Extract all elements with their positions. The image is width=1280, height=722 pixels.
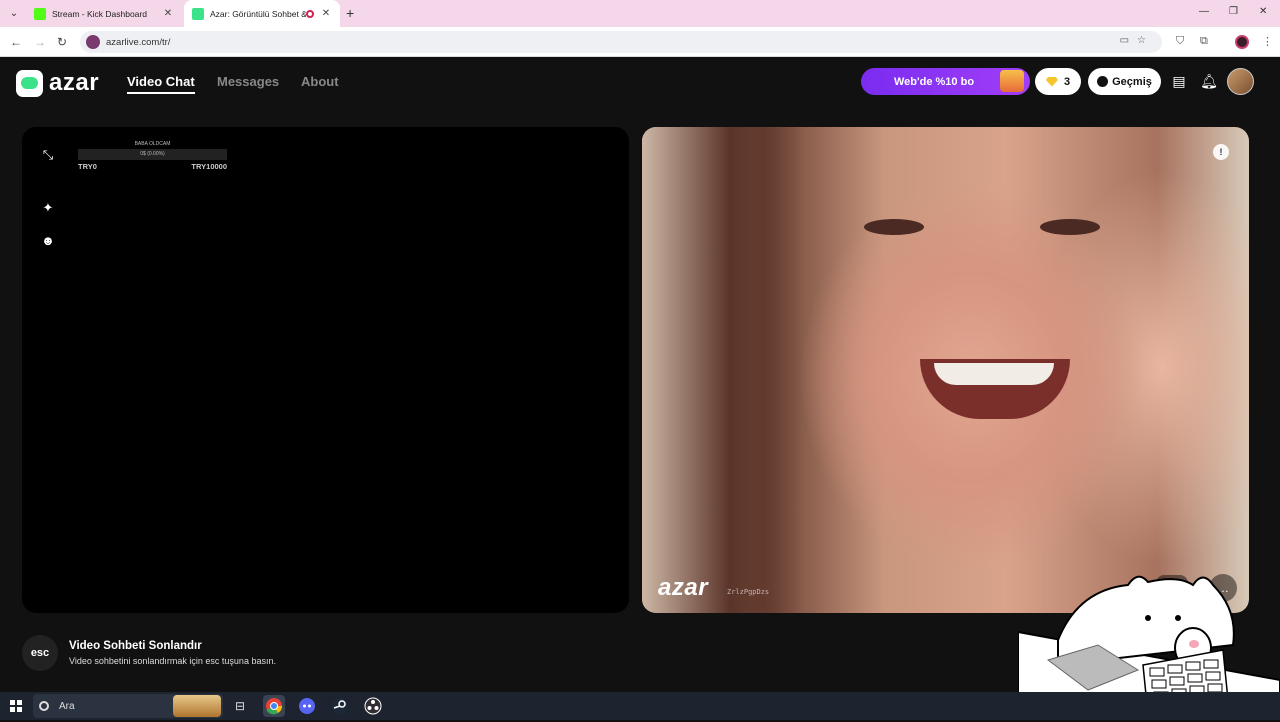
extension-shield-icon[interactable]: ⛉ xyxy=(1176,35,1184,48)
report-icon[interactable]: ! xyxy=(1213,144,1229,160)
kick-favicon-icon xyxy=(34,7,46,20)
user-avatar[interactable] xyxy=(1227,68,1254,95)
recording-icon xyxy=(306,9,314,18)
close-window-button[interactable]: ✕ xyxy=(1259,6,1267,17)
search-placeholder: Ara xyxy=(59,700,75,712)
tab-azar[interactable]: Azar: Görüntülü Sohbet & V ✕ xyxy=(184,0,340,27)
azar-watermark: azar xyxy=(658,574,709,601)
face-filter-icon[interactable]: ☻ xyxy=(39,232,57,250)
address-bar[interactable]: azarlive.com/tr/ ▭☆ xyxy=(80,31,1162,53)
logo-text: azar xyxy=(49,69,100,96)
magic-wand-effects-icon[interactable]: ✦ xyxy=(39,199,57,217)
windows-taskbar: Ara ⊟ xyxy=(0,692,1280,720)
nav-about[interactable]: About xyxy=(301,74,339,89)
video-frame xyxy=(864,219,924,235)
azar-favicon-icon xyxy=(192,7,204,20)
task-view-icon[interactable]: ⊟ xyxy=(229,695,251,717)
promo-text: Web'de %10 bo xyxy=(894,75,975,88)
search-icon xyxy=(39,701,49,711)
new-tab-button[interactable]: + xyxy=(346,5,354,21)
nav-video-chat[interactable]: Video Chat xyxy=(127,74,195,94)
tab-close-icon[interactable]: ✕ xyxy=(320,8,332,19)
goal-title: BABA OLDCAM xyxy=(134,141,171,147)
azar-logo[interactable]: azar xyxy=(16,69,99,97)
steam-taskbar-icon[interactable] xyxy=(329,695,351,717)
azar-logo-icon xyxy=(16,69,43,97)
tab-search-icon[interactable]: ⌄ xyxy=(6,6,22,22)
history-button[interactable]: Geçmiş xyxy=(1088,68,1161,95)
inbox-icon[interactable]: ▤ xyxy=(1169,71,1189,91)
goal-progress-bar: 0$ (0.00%) xyxy=(78,149,227,160)
goal-max: TRY10000 xyxy=(191,162,227,171)
minimize-button[interactable]: — xyxy=(1199,6,1209,17)
url-text: azarlive.com/tr/ xyxy=(106,36,171,48)
video-frame xyxy=(934,363,1054,385)
tab-close-icon[interactable]: ✕ xyxy=(162,8,174,19)
partner-id: ZrlzPgpDzs xyxy=(727,588,770,596)
gem-count: 3 xyxy=(1063,75,1071,88)
notification-bell-icon[interactable]: 🔔︎ xyxy=(1199,71,1219,91)
tab-title: Azar: Görüntülü Sohbet & V xyxy=(210,8,306,19)
extensions-icon[interactable]: ⧉ xyxy=(1200,35,1208,48)
clock-icon xyxy=(1097,76,1109,87)
forward-icon[interactable]: → xyxy=(34,35,46,49)
history-label: Geçmiş xyxy=(1112,75,1152,88)
chrome-taskbar-icon[interactable] xyxy=(263,695,285,717)
reload-icon[interactable]: ↻ xyxy=(57,35,67,49)
tab-title: Stream - Kick Dashboard xyxy=(52,8,147,19)
local-video-panel: ⤡ ✦ ☻ BABA OLDCAM 0$ (0.00%) TRY0 TRY100… xyxy=(22,127,629,613)
esc-key-badge[interactable]: esc xyxy=(22,635,58,671)
treasure-chest-icon xyxy=(1000,70,1024,92)
search-highlight-image xyxy=(173,695,221,717)
site-info-icon[interactable] xyxy=(86,35,100,49)
obs-taskbar-icon[interactable] xyxy=(362,695,384,717)
browser-tab-bar: ⌄ Stream - Kick Dashboard ✕ Azar: Görünt… xyxy=(0,0,1280,27)
browser-profile-avatar[interactable] xyxy=(1235,35,1249,49)
goal-min: TRY0 xyxy=(78,162,97,171)
discord-taskbar-icon[interactable] xyxy=(296,695,318,717)
web-discount-promo-button[interactable]: Web'de %10 bo xyxy=(861,68,1030,95)
taskbar-search[interactable]: Ara xyxy=(33,694,223,718)
browser-toolbar: ← → ↻ azarlive.com/tr/ ▭☆ xyxy=(0,27,1280,57)
back-icon[interactable]: ← xyxy=(10,35,22,49)
goal-range: TRY0 TRY10000 xyxy=(78,162,227,171)
end-chat-hint: Video sohbetini sonlandırmak için esc tu… xyxy=(69,656,276,666)
windows-start-icon[interactable] xyxy=(10,700,22,712)
browser-menu-icon[interactable]: ⋮ xyxy=(1262,35,1273,48)
remote-video-panel: ! azar ZrlzPgpDzs aşkın … xyxy=(642,127,1249,613)
end-chat-title: Video Sohbeti Sonlandır xyxy=(69,640,202,652)
nav-messages[interactable]: Messages xyxy=(217,74,279,89)
donation-goal-widget: BABA OLDCAM 0$ (0.00%) TRY0 TRY10000 xyxy=(78,141,227,171)
video-frame xyxy=(1040,219,1100,235)
restore-button[interactable]: ❐ xyxy=(1229,6,1238,17)
minimize-video-icon[interactable]: ⤡ xyxy=(39,146,57,164)
gems-button[interactable]: 3 xyxy=(1035,68,1081,95)
tab-kick-dashboard[interactable]: Stream - Kick Dashboard ✕ xyxy=(26,0,182,27)
video-frame xyxy=(642,127,802,613)
gem-icon xyxy=(1045,76,1058,87)
omnibox-actions[interactable]: ▭☆ xyxy=(1120,35,1154,46)
